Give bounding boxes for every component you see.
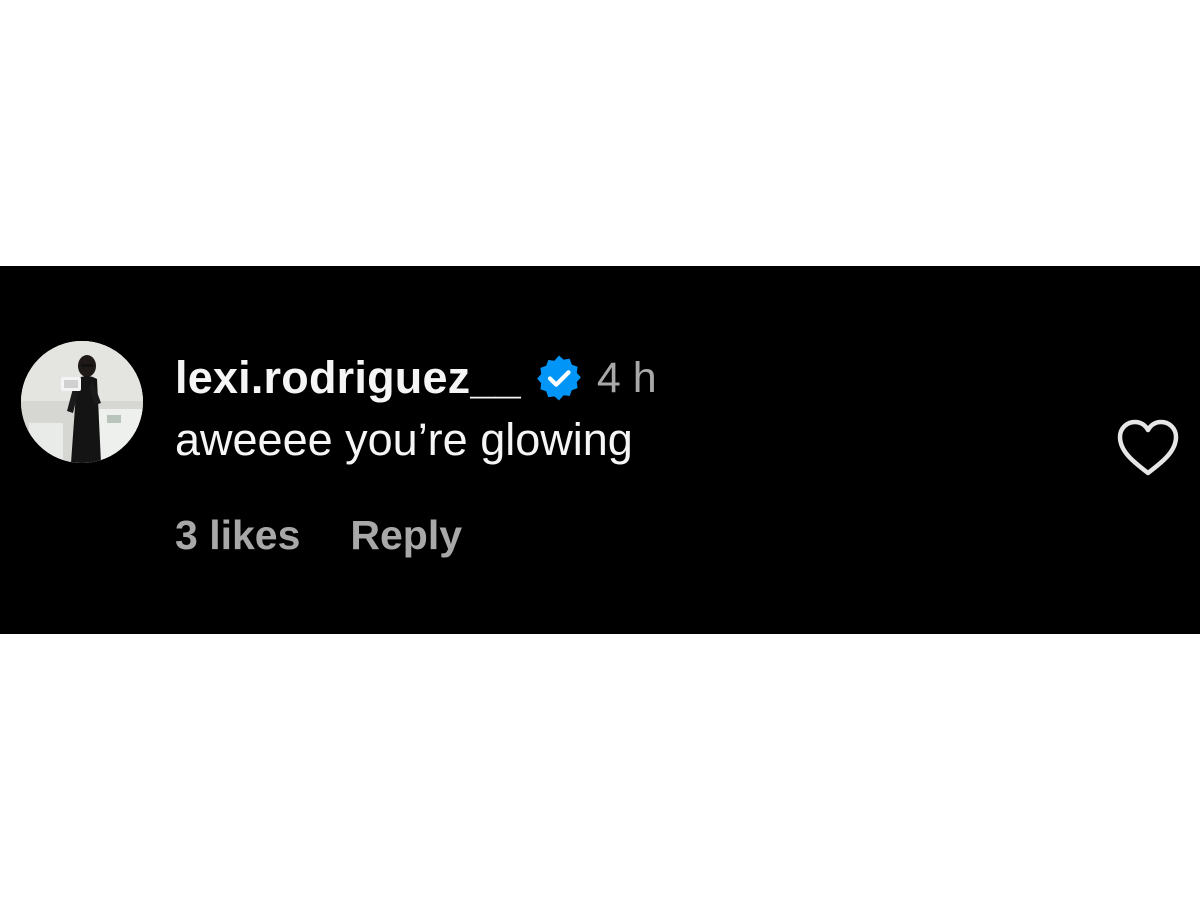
comment-text: aweeee you’re glowing [175, 414, 633, 465]
comment-item: lexi.rodriguez__ 4 h aweeee you’re glowi… [0, 266, 1200, 634]
verified-badge-icon [535, 354, 583, 402]
likes-count-button[interactable]: 3 likes [175, 512, 300, 559]
heart-outline-icon [1117, 419, 1179, 476]
avatar[interactable] [21, 341, 143, 463]
avatar-photo [21, 341, 143, 463]
reply-button[interactable]: Reply [350, 512, 462, 559]
page: lexi.rodriguez__ 4 h aweeee you’re glowi… [0, 0, 1200, 900]
comment-timestamp: 4 h [596, 353, 657, 402]
comment-header: lexi.rodriguez__ 4 h [175, 348, 657, 408]
like-button[interactable] [1115, 418, 1181, 478]
comment-actions: 3 likes Reply [175, 512, 462, 559]
username-link[interactable]: lexi.rodriguez__ [175, 352, 521, 404]
